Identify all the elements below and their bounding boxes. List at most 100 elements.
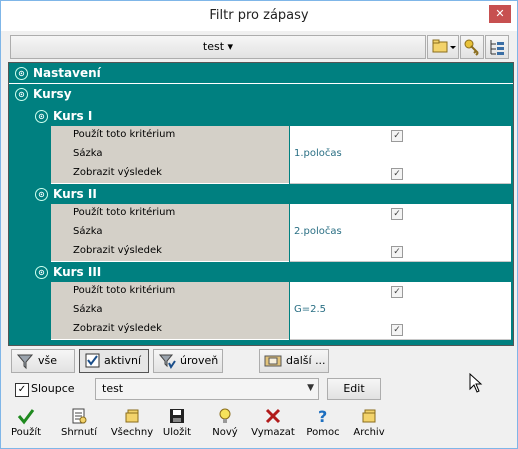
button-label: vše — [38, 354, 58, 367]
window-title: Filtr pro zápasy — [209, 8, 309, 23]
options-bar: ✓ Sloupce test ▼ Edit — [9, 377, 509, 401]
archive-button[interactable]: Archiv — [349, 405, 389, 445]
property-row: Použít toto kritérium ✓ — [51, 282, 511, 302]
summary-icon — [72, 408, 87, 424]
property-name-cell: Použít toto kritérium — [51, 282, 289, 302]
property-name-cell: Použít toto kritérium — [51, 204, 289, 224]
tree-view-button[interactable] — [485, 35, 509, 59]
mouse-cursor-icon — [469, 373, 483, 393]
property-value-cell[interactable]: 1.poločas — [290, 145, 511, 165]
property-value-cell[interactable]: 2.poločas — [290, 223, 511, 243]
button-label: Použít — [10, 427, 42, 438]
button-label: Pomoc — [306, 427, 340, 438]
columns-checkbox[interactable]: ✓ — [15, 383, 29, 397]
checkbox[interactable]: ✓ — [391, 130, 403, 142]
property-row: Použít toto kritérium ✓ — [51, 126, 511, 146]
section-nastaveni[interactable]: ⊙ Nastavení — [9, 63, 513, 83]
title-bar: Filtr pro zápasy ✕ — [1, 1, 517, 31]
group-label: Kurs I — [53, 109, 93, 123]
checkmark-icon — [17, 409, 35, 425]
property-value-cell[interactable]: ✓ — [290, 204, 511, 224]
help-button[interactable]: ? Pomoc — [303, 405, 343, 445]
property-name: Sázka — [73, 226, 103, 237]
checkbox[interactable]: ✓ — [391, 324, 403, 336]
key-button[interactable] — [460, 35, 484, 59]
checkbox[interactable]: ✓ — [391, 286, 403, 298]
help-icon: ? — [318, 407, 327, 425]
action-toolbar: Použít Shrnutí Všechny Uložit Nový Vymaz… — [7, 405, 513, 445]
columns-label: Sloupce — [31, 382, 75, 395]
property-name: Sázka — [73, 304, 103, 315]
checkbox[interactable]: ✓ — [391, 246, 403, 258]
property-value[interactable]: 1.poločas — [294, 148, 342, 159]
property-row: Použít toto kritérium ✓ — [51, 204, 511, 224]
filter-toolbar: vše aktivní úroveň další ... — [9, 347, 509, 373]
property-value-cell[interactable]: ✓ — [290, 320, 511, 340]
property-value-cell[interactable]: G=2.5 — [290, 301, 511, 321]
collapse-icon[interactable]: ⊙ — [35, 110, 48, 123]
property-value-cell[interactable]: ✓ — [290, 282, 511, 302]
lightbulb-icon — [219, 408, 231, 423]
all-button[interactable]: Všechny — [109, 405, 155, 445]
floppy-disk-icon — [170, 409, 184, 423]
folders-icon — [125, 409, 139, 423]
preset-dropdown[interactable]: test ▾ — [10, 35, 426, 59]
property-row: Zobrazit výsledek ✓ — [51, 242, 511, 262]
property-value[interactable]: 2.poločas — [294, 226, 342, 237]
svg-text:?: ? — [318, 407, 327, 425]
key-icon — [464, 39, 479, 56]
property-name-cell: Sázka — [51, 223, 289, 243]
section-label: Kursy — [33, 87, 72, 101]
property-row: Zobrazit výsledek ✓ — [51, 320, 511, 340]
property-value-cell[interactable]: ✓ — [290, 164, 511, 184]
checkbox[interactable]: ✓ — [391, 168, 403, 180]
active-filter-button[interactable]: aktivní — [79, 349, 149, 373]
checkbox[interactable]: ✓ — [391, 208, 403, 220]
preset-toolbar: test ▾ — [7, 34, 511, 60]
property-name-cell: Zobrazit výsledek — [51, 320, 289, 340]
button-label: Shrnutí — [61, 427, 97, 438]
property-name-cell: Zobrazit výsledek — [51, 242, 289, 262]
collapse-icon[interactable]: ⊙ — [35, 188, 48, 201]
apply-button[interactable]: Použít — [7, 405, 45, 445]
property-name-cell: Sázka — [51, 145, 289, 165]
group-kurs-2[interactable]: ⊙ Kurs II — [31, 184, 513, 204]
property-value[interactable]: G=2.5 — [294, 304, 326, 315]
group-label: Kurs III — [53, 265, 102, 279]
show-all-button[interactable]: vše — [11, 349, 75, 373]
column-set-select[interactable]: test ▼ — [95, 378, 319, 400]
property-value-cell[interactable]: ✓ — [290, 126, 511, 146]
expand-icon[interactable]: ⊙ — [15, 67, 28, 80]
property-name: Zobrazit výsledek — [73, 323, 162, 334]
checkbox-icon — [85, 353, 100, 368]
property-name-cell: Sázka — [51, 301, 289, 321]
level-funnel-icon — [158, 354, 176, 369]
button-label: Všechny — [110, 427, 154, 438]
level-filter-button[interactable]: úroveň — [153, 349, 223, 373]
film-icon — [264, 355, 282, 367]
property-row: Sázka G=2.5 — [51, 301, 511, 321]
tree-icon — [490, 40, 504, 55]
collapse-icon[interactable]: ⊙ — [35, 266, 48, 279]
select-value: test — [102, 382, 124, 395]
section-label: Nastavení — [33, 66, 101, 80]
delete-x-icon — [265, 408, 281, 424]
summary-button[interactable]: Shrnutí — [55, 405, 103, 445]
folder-dropdown-button[interactable] — [427, 35, 459, 59]
collapse-icon[interactable]: ⊙ — [15, 88, 28, 101]
section-kursy[interactable]: ⊙ Kursy — [9, 84, 513, 104]
property-name: Zobrazit výsledek — [73, 245, 162, 256]
close-button[interactable]: ✕ — [489, 5, 511, 23]
delete-button[interactable]: Vymazat — [249, 405, 297, 445]
property-name-cell: Použít toto kritérium — [51, 126, 289, 146]
save-button[interactable]: Uložit — [159, 405, 195, 445]
new-button[interactable]: Nový — [207, 405, 243, 445]
button-label: Nový — [212, 427, 238, 438]
edit-button[interactable]: Edit — [327, 378, 381, 400]
group-kurs-1[interactable]: ⊙ Kurs I — [31, 106, 513, 126]
button-label: aktivní — [104, 354, 142, 367]
group-kurs-3[interactable]: ⊙ Kurs III — [31, 262, 513, 282]
more-button[interactable]: další ... — [259, 349, 329, 373]
button-label: Uložit — [162, 427, 192, 438]
property-value-cell[interactable]: ✓ — [290, 242, 511, 262]
